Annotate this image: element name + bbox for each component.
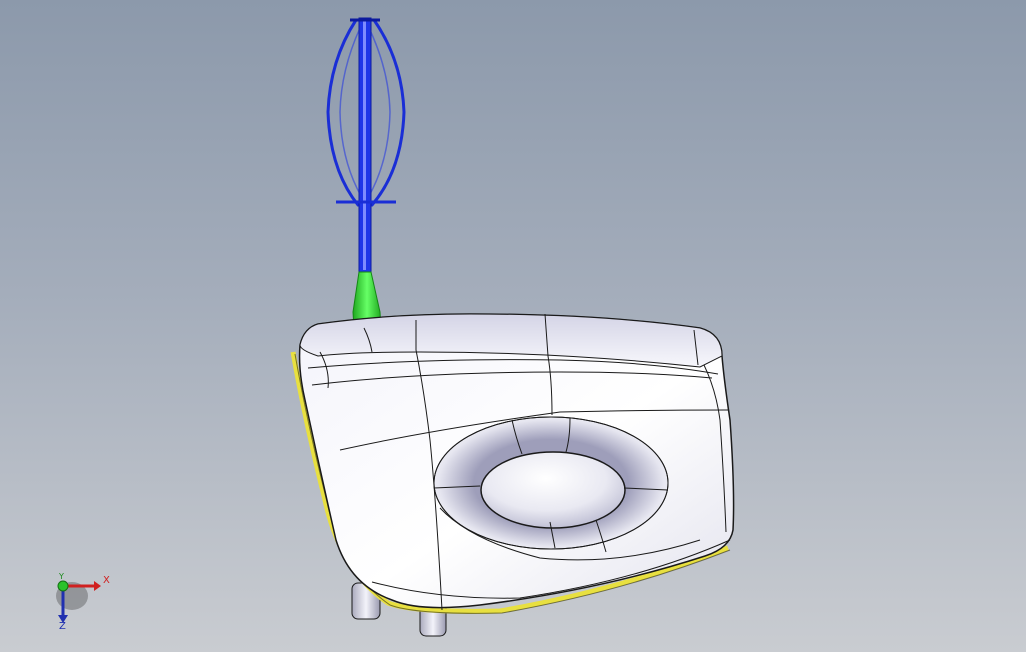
z-axis-label: Z <box>59 621 66 632</box>
x-axis-label: X <box>103 575 110 586</box>
graphics-viewport[interactable] <box>0 0 1026 652</box>
hole <box>480 451 626 529</box>
handle-rod-highlight <box>363 20 366 270</box>
y-axis-label: Y <box>59 572 64 581</box>
selected-handle[interactable] <box>326 17 406 329</box>
triad-labels: X Y Z <box>50 572 120 638</box>
part-body[interactable] <box>290 313 735 614</box>
